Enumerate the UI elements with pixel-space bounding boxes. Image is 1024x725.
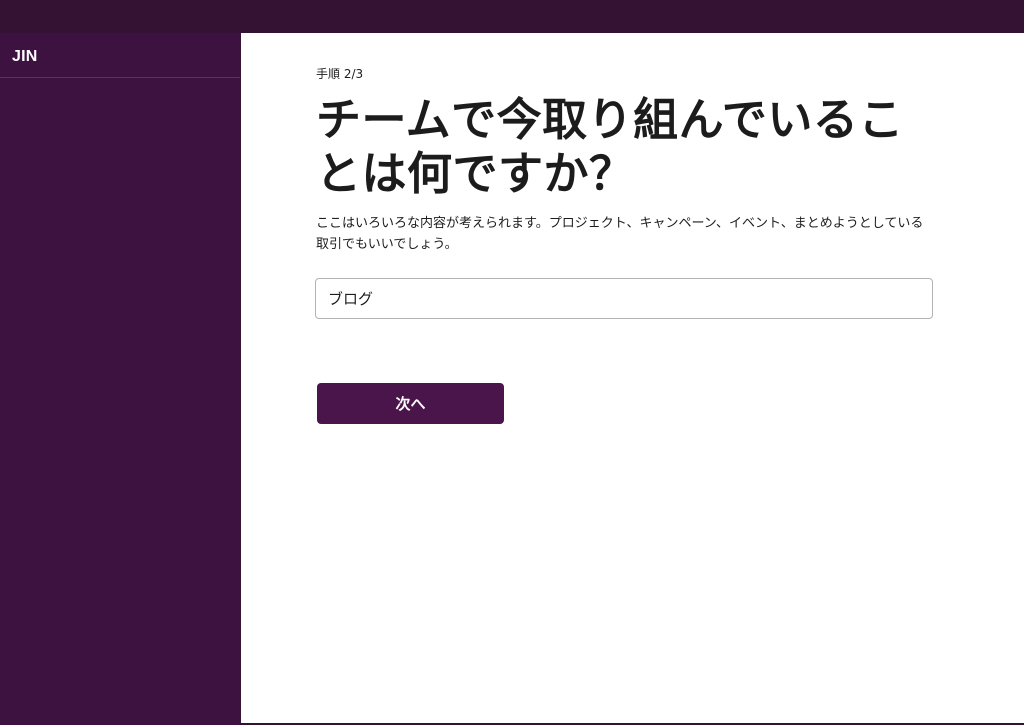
sidebar-header[interactable]: JIN <box>0 33 240 78</box>
top-bar <box>0 0 1024 33</box>
main-content: 手順 2/3 チームで今取り組んでいることは何ですか？ ここはいろいろな内容が考… <box>241 33 1024 723</box>
project-name-input[interactable] <box>315 278 933 319</box>
page-description: ここはいろいろな内容が考えられます。プロジェクト、キャンペーン、イベント、まとめ… <box>316 216 924 252</box>
page-title: チームで今取り組んでいることは何ですか？ <box>316 93 904 200</box>
workspace-name[interactable]: JIN <box>12 48 38 65</box>
sidebar: JIN <box>0 33 240 725</box>
next-button[interactable]: 次へ <box>317 383 504 424</box>
step-indicator: 手順 2/3 <box>316 67 364 81</box>
